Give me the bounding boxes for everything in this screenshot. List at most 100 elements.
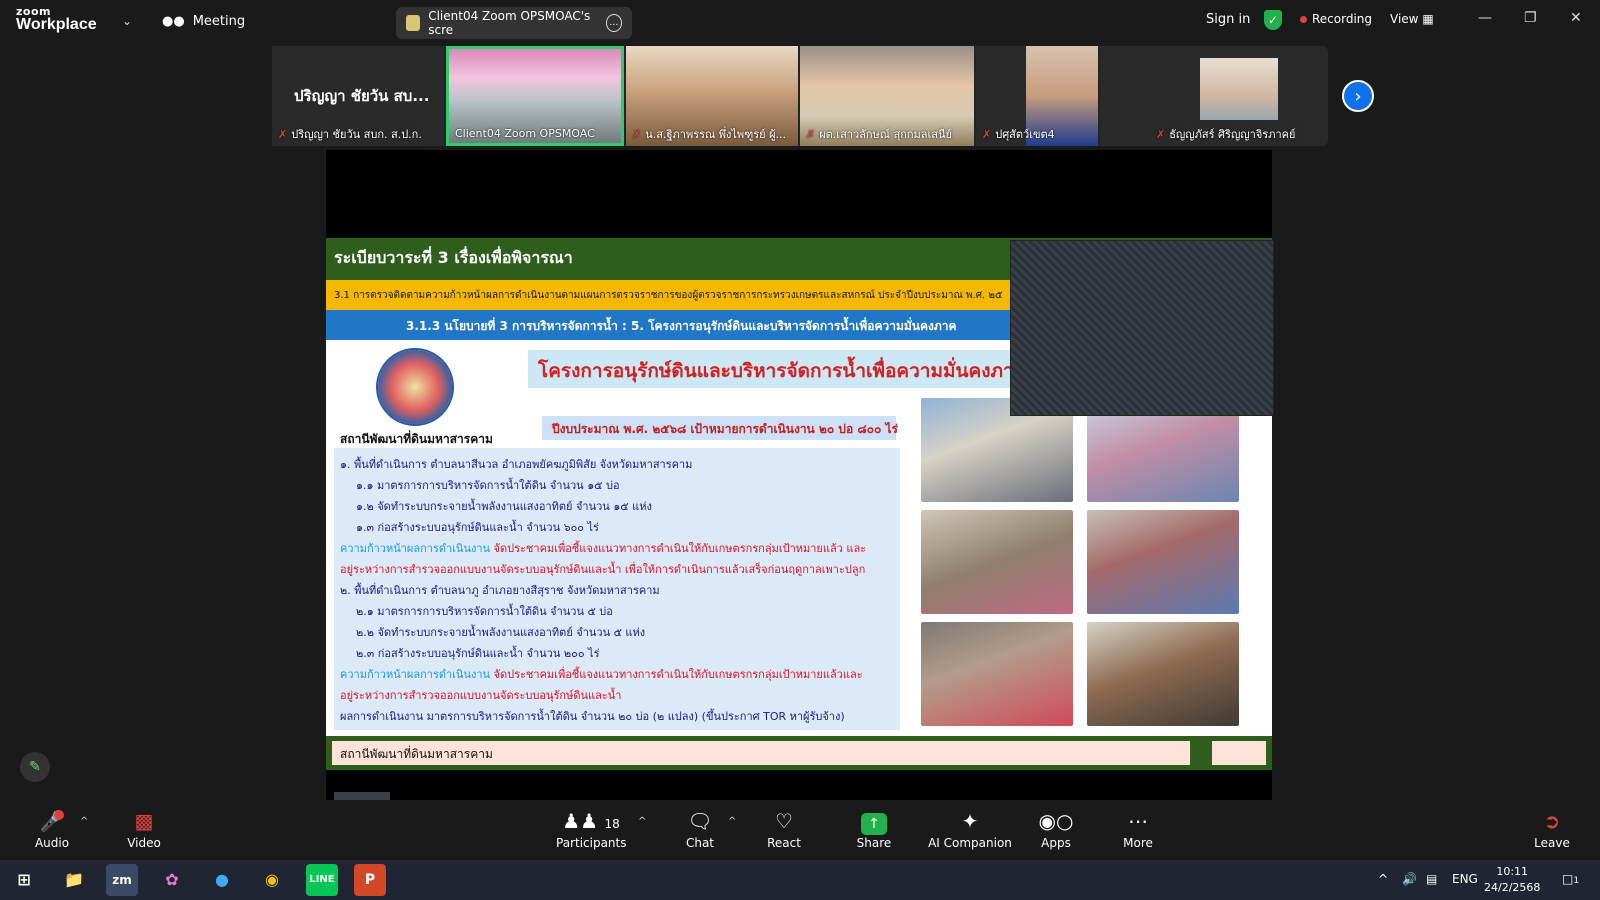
video-off-icon: ▩ [134, 809, 154, 833]
grid-icon: ▦ [1422, 12, 1434, 26]
line-app-icon[interactable]: LINE [306, 864, 338, 896]
chat-icon: 🗨 [687, 809, 713, 833]
participant-big-name: ปริญญา ชัยวัน สบ... [294, 87, 430, 105]
notification-icon[interactable]: □1 [1562, 872, 1579, 886]
recording-indicator[interactable]: Recording [1300, 12, 1372, 26]
share-screen-icon: ↑ [861, 813, 887, 835]
sparkle-icon: ✦ [961, 809, 979, 833]
chevron-down-icon[interactable]: ⌄ [122, 14, 132, 28]
close-icon[interactable]: ✕ [1570, 10, 1582, 26]
more-button[interactable]: ⋯ More [1118, 808, 1158, 850]
shield-icon[interactable]: ✓ [1264, 10, 1282, 30]
mic-off-icon: ✗ [632, 127, 642, 141]
participants-icon: ♟♟ [562, 809, 599, 833]
input-language[interactable]: ENG [1452, 872, 1478, 886]
progress-line: อยู่ระหว่างการสำรวจออกแบบงานจัดระบบอนุรั… [340, 689, 622, 702]
ai-companion-button[interactable]: ✦ AI Companion [926, 808, 1014, 850]
leave-button[interactable]: ➲ Leave [1534, 808, 1570, 850]
leave-door-icon: ➲ [1543, 809, 1561, 833]
audio-warning-badge [54, 810, 64, 820]
chat-options-caret[interactable]: ^ [728, 816, 736, 827]
slide-body: ๑. พื้นที่ดำเนินการ ตำบลนาสีนวล อำเภอพยั… [334, 448, 900, 730]
participants-count: 18 [604, 817, 620, 831]
file-explorer-icon[interactable]: 📁 [58, 864, 90, 896]
screen-share-pill[interactable]: Client04 Zoom OPSMOAC's scre … [396, 7, 632, 39]
result-line: ผลการดำเนินงาน มาตรการบริหารจัดการน้ำใต้… [340, 710, 845, 723]
project-title: โครงการอนุรักษ์ดินและบริหารจัดการน้ำเพื่… [528, 350, 1028, 388]
windows-taskbar [0, 860, 1600, 900]
chrome-browser-icon[interactable]: ◉ [256, 864, 288, 896]
apps-icon: ◉○ [1038, 809, 1074, 833]
view-menu[interactable]: View ▦ [1390, 12, 1434, 26]
volume-icon[interactable]: 🔊 [1402, 872, 1417, 886]
body-line: ๒.๓ ก่อสร้างระบบอนุรักษ์ดินและน้ำ จำนวน … [356, 647, 600, 660]
redacted-overlay [1010, 240, 1274, 416]
audio-options-caret[interactable]: ^ [80, 816, 88, 827]
footer-page-box [1212, 741, 1266, 765]
land-development-emblem [376, 348, 454, 426]
participants-button[interactable]: ♟♟ 18 Participants [556, 808, 627, 850]
body-line: ๑. พื้นที่ดำเนินการ ตำบลนาสีนวล อำเภอพยั… [340, 458, 693, 471]
notification-count: 1 [1573, 876, 1580, 886]
more-options-icon[interactable]: … [605, 14, 622, 32]
network-icon[interactable]: ▤ [1426, 872, 1437, 886]
system-clock[interactable]: 10:11 24/2/2568 [1484, 864, 1540, 896]
copilot-icon[interactable]: ✿ [156, 864, 188, 896]
zoom-logo: zoom Workplace [16, 5, 97, 33]
zoom-app-icon[interactable]: zm [106, 864, 138, 896]
sign-in-link[interactable]: Sign in [1206, 12, 1250, 27]
participants-options-caret[interactable]: ^ [638, 816, 646, 827]
share-pill-label: Client04 Zoom OPSMOAC's scre [428, 9, 591, 37]
minimize-icon[interactable]: — [1478, 10, 1492, 26]
mic-off-icon: ✗ [1156, 127, 1166, 141]
edge-browser-icon[interactable]: ● [206, 864, 238, 896]
participant-avatar [1200, 58, 1278, 120]
meeting-label: Meeting [192, 14, 246, 29]
meeting-menu[interactable]: ●● Meeting [162, 14, 245, 29]
share-app-icon [406, 15, 421, 31]
body-line: ๒. พื้นที่ดำเนินการ ตำบลนาภู อำเภอยางสีส… [340, 584, 660, 597]
participant-tile[interactable]: ปริญญา ชัยวัน สบ... ✗ ปริญญา ชัยวัน สบก. … [272, 46, 444, 146]
record-dot-icon [1300, 15, 1307, 23]
microphone-icon: 🎤 [39, 809, 65, 833]
tray-expand-icon[interactable]: ^ [1378, 872, 1388, 886]
progress-line: ความก้าวหน้าผลการดำเนินงาน จัดประชาคมเพื… [340, 542, 867, 555]
view-label: View [1390, 12, 1419, 26]
body-line: ๒.๑ มาตรการการบริหารจัดการน้ำใต้ดิน จำนว… [356, 605, 613, 618]
apps-button[interactable]: ◉○ Apps [1036, 808, 1076, 850]
clock-date: 24/2/2568 [1484, 881, 1541, 894]
meeting-photo [1087, 622, 1239, 726]
body-line: ๑.๒ จัดทำระบบกระจายน้ำพลังงานแสงอาทิตย์ … [356, 500, 652, 513]
recording-label: Recording [1312, 12, 1373, 26]
chat-button[interactable]: 🗨 Chat [680, 808, 720, 850]
mic-off-icon: ✗ [806, 127, 816, 141]
next-page-icon[interactable]: › [1342, 80, 1374, 112]
annotate-pen-icon[interactable]: ✎ [20, 752, 50, 782]
participant-name: ปริญญา ชัยวัน สบก. ส.ป.ก. [291, 128, 422, 141]
mic-off-icon: ✗ [982, 127, 992, 141]
react-button[interactable]: ♡ React [764, 808, 804, 850]
body-line: ๑.๑ มาตรการการบริหารจัดการน้ำใต้ดิน จำนว… [356, 479, 620, 492]
video-button[interactable]: ▩ Video [124, 808, 164, 850]
windows-start-icon[interactable]: ⊞ [8, 864, 40, 896]
mic-off-icon: ✗ [278, 127, 288, 141]
share-button[interactable]: ↑ Share [852, 808, 896, 850]
participant-tile[interactable]: ✗ ผต.เสาวลักษณ์ สุกกมลเสนีย์ [800, 46, 974, 146]
body-line: ๒.๒ จัดทำระบบกระจายน้ำพลังงานแสงอาทิตย์ … [356, 626, 646, 639]
participant-tile[interactable]: ✗ ธัญญภัสร์ ศิริญญาจิรภาคย์ [1100, 46, 1328, 146]
progress-line: ความก้าวหน้าผลการดำเนินงาน จัดประชาคมเพื… [340, 668, 863, 681]
restore-icon[interactable]: ❐ [1524, 10, 1537, 26]
participant-tile[interactable]: ✗ ปศุสัตว์เขต4 [976, 46, 1098, 146]
slide-footer: สถานีพัฒนาที่ดินมหาสารคาม [326, 736, 1272, 770]
audio-button[interactable]: 🎤 Audio [32, 808, 72, 850]
meeting-photo [1087, 510, 1239, 614]
heart-icon: ♡ [775, 809, 793, 833]
participant-name: ธัญญภัสร์ ศิริญญาจิรภาคย์ [1169, 128, 1296, 141]
footer-station: สถานีพัฒนาที่ดินมหาสารคาม [332, 741, 1190, 765]
participant-name: Client04 Zoom OPSMOAC [455, 127, 595, 140]
participant-name: ปศุสัตว์เขต4 [995, 128, 1055, 141]
participant-tile-active[interactable]: Client04 Zoom OPSMOAC [446, 46, 624, 146]
body-line: ๑.๓ ก่อสร้างระบบอนุรักษ์ดินและน้ำ จำนวน … [356, 521, 599, 534]
participant-tile[interactable]: ✗ น.ส.ฐิภาพรรณ พึ่งไพฑูรย์ ผู้... [626, 46, 798, 146]
powerpoint-icon[interactable]: P [354, 864, 386, 896]
